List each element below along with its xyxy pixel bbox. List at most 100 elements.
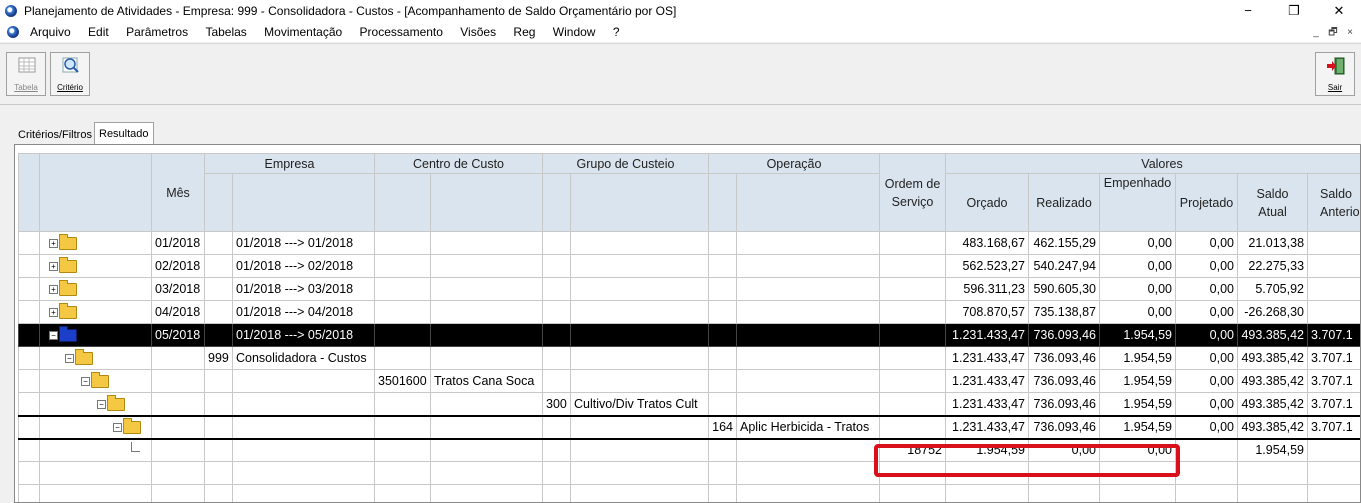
- saldo-anterior-cell: 3.707.1: [1307, 323, 1360, 347]
- mes-cell: 04/2018: [151, 300, 205, 324]
- table-row[interactable]: + 01/2018 01/2018 ---> 01/2018 483.168,6…: [18, 231, 1360, 255]
- empty-cell: [542, 254, 571, 278]
- menu-help[interactable]: ?: [613, 25, 620, 39]
- saldo-anterior-cell: [1307, 231, 1360, 255]
- collapse-icon[interactable]: −: [49, 331, 58, 341]
- menu-edit[interactable]: Edit: [88, 25, 109, 39]
- empty-cell: [204, 277, 233, 301]
- open-folder-icon: [107, 395, 125, 412]
- tree-node[interactable]: −: [39, 323, 152, 347]
- projetado-header[interactable]: Projetado: [1175, 173, 1239, 232]
- tabela-button[interactable]: Tabela: [6, 52, 46, 96]
- menu-visoes[interactable]: Visões: [460, 25, 496, 39]
- orcado-cell: 562.523,27: [945, 254, 1030, 278]
- mes-cell: 01/2018: [151, 231, 205, 255]
- operacao-header[interactable]: Operação: [708, 153, 881, 174]
- tree-node[interactable]: +: [39, 231, 152, 255]
- saldo-anterior-cell: [1307, 277, 1360, 301]
- saldo-atual-header[interactable]: Saldo Atual: [1237, 173, 1309, 232]
- table-row[interactable]: + 03/2018 01/2018 ---> 03/2018 596.311,2…: [18, 277, 1360, 301]
- empenhado-header[interactable]: Empenhado: [1099, 173, 1177, 232]
- empenhado-cell: 0,00: [1099, 254, 1177, 278]
- row-indicator-header: [18, 153, 40, 232]
- tab-resultado[interactable]: Resultado: [94, 122, 154, 145]
- saldo-cell: 22.275,33: [1237, 254, 1309, 278]
- menu-window[interactable]: Window: [553, 25, 596, 39]
- grupo-custeio-header[interactable]: Grupo de Custeio: [541, 153, 710, 174]
- table-row[interactable]: + 02/2018 01/2018 ---> 02/2018 562.523,2…: [18, 254, 1360, 278]
- empty-cell: [232, 369, 375, 393]
- menu-processamento[interactable]: Processamento: [360, 25, 443, 39]
- table-row[interactable]: − 164 Aplic Herbicida - Tratos 1.231.433…: [18, 415, 1360, 439]
- tabela-label: Tabela: [14, 83, 38, 92]
- collapse-icon[interactable]: −: [113, 423, 122, 433]
- menu-movimentacao[interactable]: Movimentação: [264, 25, 342, 39]
- empty-cell: [708, 438, 738, 462]
- tree-node[interactable]: −: [39, 369, 152, 393]
- tree-node[interactable]: −: [39, 346, 152, 370]
- menu-arquivo[interactable]: Arquivo: [30, 25, 71, 39]
- range-cell: 01/2018 ---> 02/2018: [232, 254, 375, 278]
- empenhado-cell: 0,00: [1099, 277, 1177, 301]
- collapse-icon[interactable]: −: [65, 354, 74, 364]
- empty-cell: [736, 346, 881, 370]
- open-folder-icon: [91, 372, 109, 389]
- grupo-name-cell: Cultivo/Div Tratos Cult: [569, 392, 710, 416]
- criterio-button[interactable]: Critério: [50, 52, 90, 96]
- realizado-header[interactable]: Realizado: [1028, 173, 1101, 232]
- mdi-minimize-button[interactable]: _: [1308, 26, 1324, 40]
- expand-icon[interactable]: +: [49, 239, 58, 249]
- empty-cell: [430, 277, 543, 301]
- expand-icon[interactable]: +: [49, 308, 58, 318]
- saldo-anterior-header[interactable]: Saldo Anterior: [1307, 173, 1360, 232]
- centro-custo-header[interactable]: Centro de Custo: [374, 153, 543, 174]
- empenhado-cell: 0,00: [1099, 231, 1177, 255]
- tab-criterios-filtros[interactable]: Critérios/Filtros: [14, 126, 96, 144]
- close-button[interactable]: ✕: [1319, 2, 1359, 20]
- expand-icon[interactable]: +: [49, 285, 58, 295]
- exit-door-icon: [1327, 57, 1345, 75]
- mes-header[interactable]: Mês: [151, 153, 205, 232]
- realizado-cell: 540.247,94: [1028, 254, 1101, 278]
- saldo-cell: 493.385,42: [1237, 392, 1309, 416]
- mdi-restore-button[interactable]: 🗗: [1325, 26, 1341, 40]
- orcado-cell: 483.168,67: [945, 231, 1030, 255]
- empresa-header[interactable]: Empresa: [204, 153, 375, 174]
- ordem-servico-header[interactable]: Ordem de Serviço: [879, 153, 947, 232]
- saldo-anterior-cell: 3.707.1: [1307, 392, 1360, 416]
- table-row[interactable]: − 3501600 Tratos Cana Soca 1.231.433,47 …: [18, 369, 1360, 393]
- maximize-button[interactable]: ❐: [1274, 2, 1314, 20]
- table-row[interactable]: − 300 Cultivo/Div Tratos Cult 1.231.433,…: [18, 392, 1360, 416]
- tree-node[interactable]: −: [39, 415, 152, 439]
- sair-button[interactable]: Sair: [1315, 52, 1355, 96]
- tree-node[interactable]: [39, 438, 152, 462]
- minimize-button[interactable]: −: [1228, 2, 1268, 20]
- row-indicator: [18, 415, 40, 439]
- table-row[interactable]: − 999 Consolidadora - Custos 1.231.433,4…: [18, 346, 1360, 370]
- saldo-anterior-cell: [1307, 438, 1360, 462]
- menu-reg[interactable]: Reg: [513, 25, 535, 39]
- orcado-header[interactable]: Orçado: [945, 173, 1030, 232]
- expand-icon[interactable]: +: [49, 262, 58, 272]
- saldo-cell: 5.705,92: [1237, 277, 1309, 301]
- menu-tabelas[interactable]: Tabelas: [205, 25, 246, 39]
- mes-cell: 02/2018: [151, 254, 205, 278]
- tree-node[interactable]: +: [39, 254, 152, 278]
- orcado-cell: 708.870,57: [945, 300, 1030, 324]
- realizado-cell: 736.093,46: [1028, 323, 1101, 347]
- empty-cell: [708, 323, 738, 347]
- tree-node[interactable]: −: [39, 392, 152, 416]
- mdi-close-button[interactable]: ×: [1342, 26, 1358, 40]
- empty-cell: [879, 231, 947, 255]
- table-row-selected[interactable]: − 05/2018 01/2018 ---> 05/2018 1.231.433…: [18, 323, 1360, 347]
- collapse-icon[interactable]: −: [81, 377, 90, 387]
- empty-cell: [569, 231, 710, 255]
- tree-node[interactable]: +: [39, 300, 152, 324]
- table-row[interactable]: + 04/2018 01/2018 ---> 04/2018 708.870,5…: [18, 300, 1360, 324]
- row-indicator: [18, 277, 40, 301]
- tree-node[interactable]: +: [39, 277, 152, 301]
- collapse-icon[interactable]: −: [97, 400, 106, 410]
- realizado-cell: 736.093,46: [1028, 369, 1101, 393]
- mdi-app-icon[interactable]: [7, 26, 19, 38]
- menu-parametros[interactable]: Parâmetros: [126, 25, 188, 39]
